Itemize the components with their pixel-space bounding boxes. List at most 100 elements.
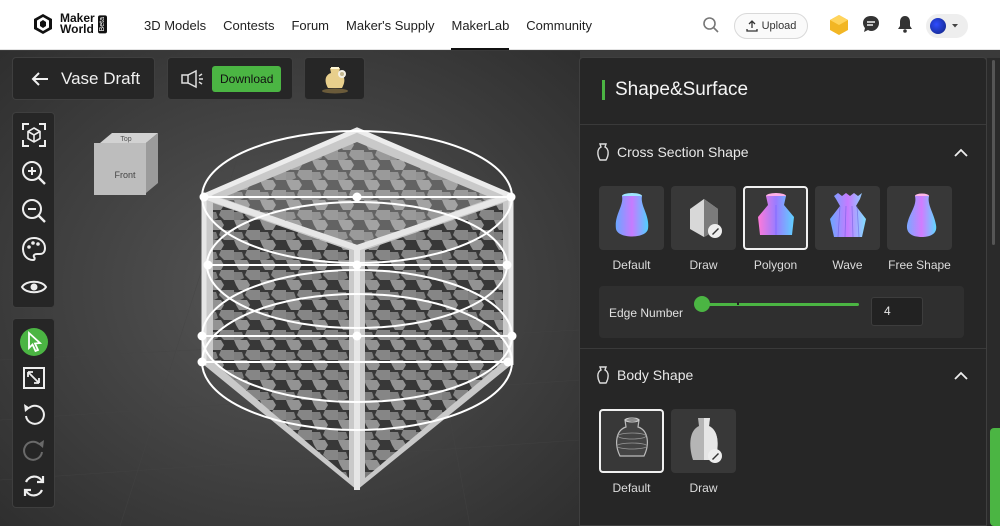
cross-section-draw[interactable]: Draw: [671, 186, 736, 272]
undo-icon: [23, 403, 45, 425]
edge-number-slider-handle[interactable]: [694, 296, 710, 312]
cross-section-wave[interactable]: Wave: [815, 186, 880, 272]
view-cube[interactable]: Top Front: [92, 131, 162, 197]
viewcube-front-label[interactable]: Front: [114, 170, 136, 180]
select-icon: [19, 327, 48, 356]
edge-number-label: Edge Number: [609, 306, 684, 320]
eye-icon: [20, 280, 47, 293]
main-nav: 3D Models Contests Forum Maker's Supply …: [144, 0, 609, 50]
scale-tool-button[interactable]: [19, 363, 49, 392]
vase-free-shape-icon: [906, 193, 936, 237]
upload-icon: [745, 20, 758, 32]
avatar: [930, 18, 946, 34]
3d-viewport[interactable]: [0, 51, 580, 526]
feedback-tab[interactable]: [990, 428, 1000, 526]
vase-icon: [321, 66, 348, 93]
option-label: Polygon: [753, 258, 798, 272]
panel-title: Shape&Surface: [602, 79, 748, 101]
vase-wave-icon: [829, 193, 866, 238]
chevron-down-icon: [952, 24, 958, 28]
edge-number-slider-track[interactable]: [701, 303, 859, 306]
panel-title-text: Shape&Surface: [615, 79, 749, 100]
option-label: Draw: [689, 481, 718, 495]
vase-outline-icon: [597, 143, 609, 161]
body-shape-draw[interactable]: Draw: [671, 409, 736, 495]
thumb-wave-box: [815, 186, 880, 250]
beta-badge: Beta: [97, 14, 107, 34]
slider-tick: [737, 302, 739, 305]
select-tool-button[interactable]: [19, 327, 49, 356]
collapse-chevron-icon[interactable]: [954, 148, 968, 157]
cross-section-options: Default Draw Polygon Wave Free Shape: [599, 186, 952, 272]
nav-makerlab[interactable]: MakerLab: [451, 0, 509, 50]
nav-contests[interactable]: Contests: [223, 0, 274, 50]
body-shape-default[interactable]: Default: [599, 409, 664, 495]
edge-number-input[interactable]: 4: [871, 297, 923, 326]
body-shape-options: Default Draw: [599, 409, 736, 495]
zoom-in-button[interactable]: [19, 158, 49, 187]
vase-gallery-button[interactable]: [304, 57, 365, 100]
option-label: Draw: [689, 258, 718, 272]
nav-3d-models[interactable]: 3D Models: [144, 0, 206, 50]
points-icon[interactable]: [828, 14, 850, 36]
body-default-icon: [615, 417, 648, 457]
vase-polygon-icon: [757, 193, 794, 235]
scrollbar-thumb[interactable]: [992, 60, 995, 245]
fit-view-button[interactable]: [19, 120, 49, 149]
thumb-body-default-box: [599, 409, 664, 473]
edge-number-row: Edge Number 4: [599, 286, 964, 338]
search-icon[interactable]: [702, 16, 720, 34]
project-title: Vase Draft: [61, 68, 141, 88]
option-label: Free Shape: [888, 258, 951, 272]
color-button[interactable]: [19, 234, 49, 263]
body-shape-header[interactable]: Body Shape: [596, 366, 693, 384]
undo-button[interactable]: [19, 399, 49, 428]
draw-shape-icon: [689, 199, 722, 238]
nav-forum[interactable]: Forum: [291, 0, 329, 50]
palette-icon: [21, 236, 46, 261]
option-label: Default: [612, 481, 651, 495]
megaphone-icon[interactable]: [180, 69, 204, 89]
body-shape-heading: Body Shape: [617, 367, 694, 383]
upload-button[interactable]: Upload: [734, 13, 808, 39]
download-button[interactable]: Download: [212, 65, 282, 92]
back-arrow-icon[interactable]: [31, 71, 49, 87]
download-panel: Download: [167, 57, 293, 100]
cross-section-default[interactable]: Default: [599, 186, 664, 272]
back-panel[interactable]: Vase Draft: [12, 57, 155, 100]
redo-icon: [22, 439, 44, 461]
bell-icon[interactable]: [896, 15, 914, 33]
settings-panel: Shape&Surface Cross Section Shape Defaul…: [579, 57, 987, 526]
redo-button[interactable]: [19, 435, 49, 464]
vase-outline-icon: [597, 366, 609, 384]
zoom-out-button[interactable]: [19, 196, 49, 225]
logo-text-world: World: [60, 22, 94, 36]
title-accent-bar: [602, 80, 605, 100]
makerworld-logo[interactable]: Maker World Beta: [32, 12, 107, 36]
visibility-button[interactable]: [19, 272, 49, 301]
top-nav-bar: Maker World Beta 3D Models Contests Foru…: [0, 0, 1000, 50]
edit-toolbar: [12, 318, 55, 508]
thumb-draw-box: [671, 186, 736, 250]
cross-section-free-shape[interactable]: Free Shape: [887, 186, 952, 272]
cross-section-heading: Cross Section Shape: [617, 144, 749, 160]
vase-default-icon: [615, 193, 648, 237]
thumb-free-box: [887, 186, 952, 250]
cross-section-polygon[interactable]: Polygon: [743, 186, 808, 272]
reset-icon: [23, 475, 44, 496]
fit-view-icon: [21, 122, 46, 147]
cross-section-header[interactable]: Cross Section Shape: [596, 143, 749, 161]
chat-icon[interactable]: [862, 15, 880, 33]
account-menu[interactable]: [926, 14, 968, 38]
thumb-body-draw-box: [671, 409, 736, 473]
zoom-out-icon: [21, 198, 46, 223]
upload-label: Upload: [761, 20, 797, 32]
thumb-default-box: [599, 186, 664, 250]
nav-makers-supply[interactable]: Maker's Supply: [346, 0, 434, 50]
reset-button[interactable]: [19, 471, 49, 500]
viewcube-top-label[interactable]: Top: [120, 136, 131, 143]
collapse-chevron-icon[interactable]: [954, 371, 968, 380]
nav-community[interactable]: Community: [526, 0, 592, 50]
body-draw-icon: [689, 418, 722, 463]
zoom-in-icon: [21, 160, 46, 185]
